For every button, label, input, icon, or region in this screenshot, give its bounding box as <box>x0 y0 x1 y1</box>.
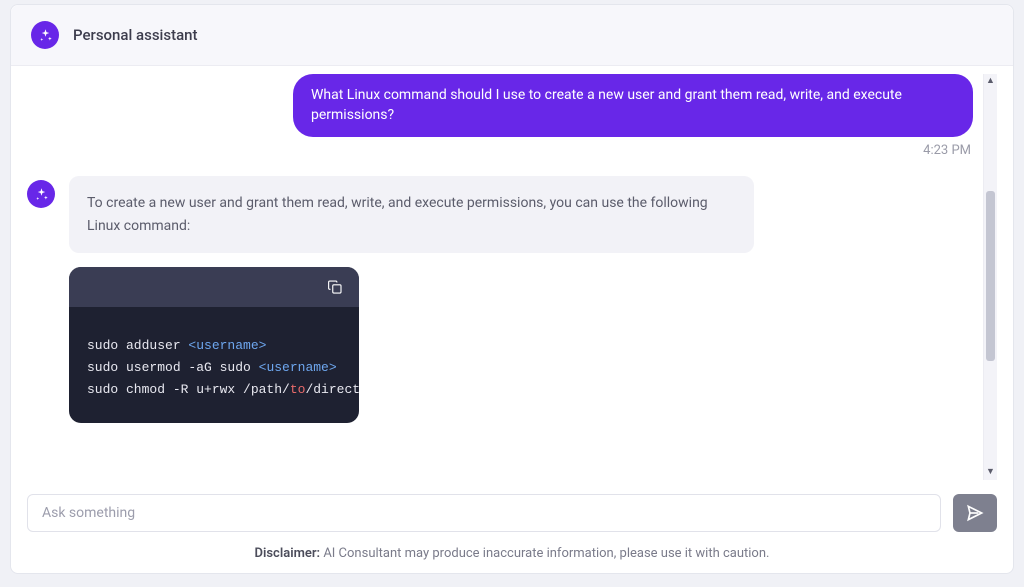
truncated-next-bubble <box>69 443 789 453</box>
chat-header: Personal assistant <box>11 5 1013 66</box>
assistant-avatar-header <box>31 21 59 49</box>
chat-footer: Disclaimer: AI Consultant may produce in… <box>11 480 1013 573</box>
assistant-avatar <box>27 180 55 208</box>
assistant-message-row: To create a new user and grant them read… <box>27 176 973 453</box>
code-token-cmd: /directory <box>305 382 359 397</box>
send-button[interactable] <box>953 494 997 532</box>
chat-input[interactable] <box>27 494 941 532</box>
code-token-kw: to <box>290 382 306 397</box>
code-token-cmd: sudo chmod -R u+rwx /path/ <box>87 382 290 397</box>
chat-scroll-area[interactable]: What Linux command should I use to creat… <box>11 66 1013 480</box>
disclaimer-body: AI Consultant may produce inaccurate inf… <box>320 546 769 561</box>
sparkle-icon <box>38 28 53 43</box>
code-block: sudo adduser <username>sudo usermod -aG … <box>69 267 359 423</box>
disclaimer-text: Disclaimer: AI Consultant may produce in… <box>27 546 997 561</box>
user-message-row: What Linux command should I use to creat… <box>27 74 973 137</box>
code-token-cmd: sudo adduser <box>87 338 188 353</box>
code-line: sudo usermod -aG sudo <username> <box>87 357 341 379</box>
code-line: sudo chmod -R u+rwx /path/to/directory <box>87 379 341 401</box>
disclaimer-label: Disclaimer: <box>255 546 321 561</box>
assistant-text-bubble: To create a new user and grant them read… <box>69 176 754 253</box>
code-block-header <box>69 267 359 307</box>
copy-icon <box>326 278 344 296</box>
code-line: sudo adduser <username> <box>87 335 341 357</box>
scroll-down-arrow[interactable]: ▼ <box>986 465 995 480</box>
code-token-arg: <username> <box>188 338 266 353</box>
code-content[interactable]: sudo adduser <username>sudo usermod -aG … <box>69 307 359 423</box>
code-token-arg: <username> <box>259 360 337 375</box>
send-icon <box>965 503 985 523</box>
chat-title: Personal assistant <box>73 26 198 44</box>
chat-window: Personal assistant What Linux command sh… <box>10 4 1014 574</box>
user-message-bubble: What Linux command should I use to creat… <box>293 74 973 137</box>
scrollbar[interactable]: ▲ ▼ <box>983 74 997 480</box>
scroll-thumb[interactable] <box>986 191 995 361</box>
code-token-cmd: sudo usermod -aG sudo <box>87 360 259 375</box>
message-timestamp: 4:23 PM <box>27 143 973 158</box>
copy-code-button[interactable] <box>323 275 347 299</box>
scroll-track[interactable] <box>984 89 997 465</box>
sparkle-icon <box>34 187 49 202</box>
scroll-up-arrow[interactable]: ▲ <box>986 74 995 89</box>
